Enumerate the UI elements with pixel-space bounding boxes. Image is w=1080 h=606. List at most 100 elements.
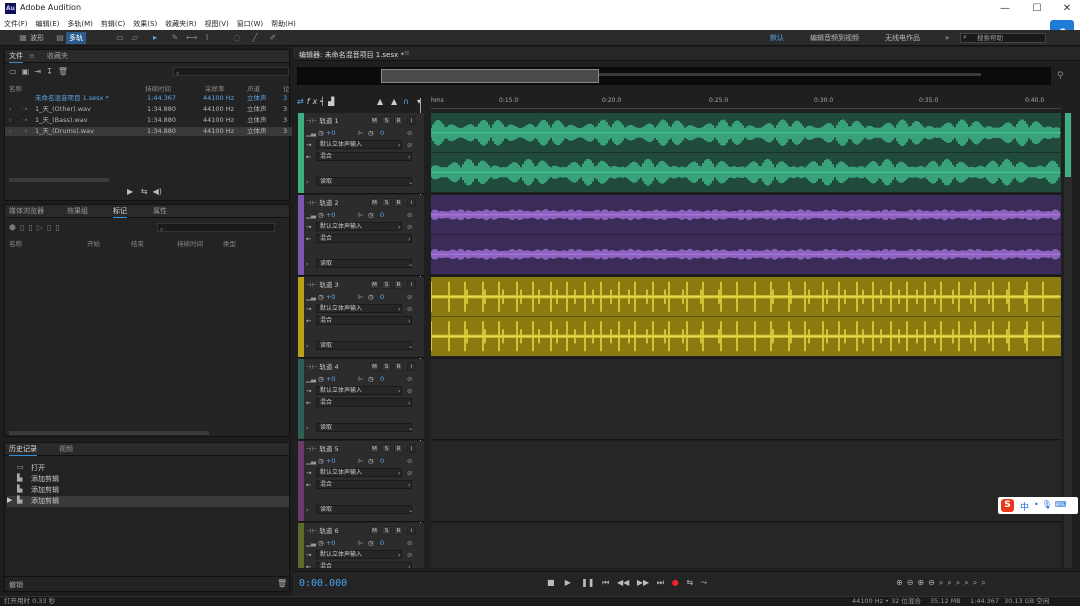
lasso-icon[interactable]: ◌: [232, 33, 242, 43]
expand-icon[interactable]: ›: [9, 127, 12, 136]
expand-automation-icon[interactable]: ›: [306, 424, 309, 432]
healing-icon[interactable]: ✐: [268, 33, 278, 43]
list-item[interactable]: ▶ ▙ 添加剪辑: [7, 496, 289, 507]
phase-icon[interactable]: ⊘: [407, 538, 412, 548]
keyboard-icon[interactable]: ⌨: [1055, 500, 1070, 509]
marker-delete-icon[interactable]: ▯: [55, 223, 63, 232]
go-start-icon[interactable]: ⏮: [602, 578, 609, 587]
solo-button[interactable]: S: [382, 526, 391, 535]
zoom-lock-icon[interactable]: ⚲: [1057, 71, 1064, 81]
list-item[interactable]: › ⇢ 1_天_(Drums).wav 1:34.880 44100 Hz 立体…: [5, 127, 292, 136]
volume-knob-icon[interactable]: ◷: [316, 457, 326, 465]
output-select[interactable]: 混合: [316, 398, 412, 407]
more-workspaces-icon[interactable]: »: [945, 32, 949, 44]
pan-value[interactable]: 0: [380, 292, 384, 302]
menu-edit[interactable]: 编辑(E): [36, 19, 60, 29]
record-arm-button[interactable]: R: [394, 198, 403, 207]
volume-value[interactable]: +0: [326, 129, 336, 137]
menu-clip[interactable]: 剪辑(C): [101, 19, 125, 29]
skip-icon[interactable]: ⤳: [701, 578, 707, 587]
pan-value[interactable]: 0: [380, 374, 384, 384]
input-monitor-button[interactable]: i: [407, 198, 416, 207]
input-select[interactable]: 默认立体声输入: [316, 468, 402, 477]
time-display[interactable]: 0:00.000: [299, 578, 347, 589]
track-name[interactable]: 轨道 4: [319, 363, 338, 371]
brush-icon[interactable]: ╱: [250, 33, 260, 43]
record-icon[interactable]: ●: [672, 578, 679, 587]
col-end[interactable]: 结束: [131, 238, 144, 248]
audio-clip[interactable]: [430, 277, 1061, 356]
pan-knob-icon[interactable]: ◷: [368, 210, 374, 220]
zoom-out-time-icon[interactable]: ⊖: [928, 578, 939, 587]
menu-multitrack[interactable]: 多轨(M): [67, 19, 93, 29]
time-selection-icon[interactable]: I: [202, 33, 212, 43]
solo-button[interactable]: S: [382, 198, 391, 207]
pan-knob-icon[interactable]: ◷: [368, 292, 374, 302]
markers-scrollbar[interactable]: [9, 431, 209, 435]
workspace-radio[interactable]: 无线电作品: [885, 32, 920, 44]
scroll-thumb[interactable]: [1065, 113, 1071, 177]
phase-icon[interactable]: ⊘: [407, 456, 412, 466]
track-name[interactable]: 轨道 6: [319, 527, 338, 535]
zoom-out-point-icon[interactable]: ⌕: [947, 578, 955, 587]
pan-value[interactable]: 0: [380, 210, 384, 220]
pan-knob-icon[interactable]: ◷: [368, 456, 374, 466]
input-monitor-button[interactable]: i: [407, 362, 416, 371]
zoom-in-time-icon[interactable]: ⊕: [917, 578, 928, 587]
zoom-selection-icon[interactable]: ⌕: [956, 578, 964, 587]
track-name[interactable]: 轨道 3: [319, 281, 338, 289]
files-scrollbar[interactable]: [9, 178, 109, 182]
track-lane[interactable]: [431, 359, 1061, 440]
overview-bar[interactable]: [297, 67, 1051, 85]
pan-knob-icon[interactable]: ◷: [368, 538, 374, 548]
volume-value[interactable]: +0: [326, 375, 336, 383]
undo-label[interactable]: 撤销: [9, 580, 23, 590]
tab-history[interactable]: 历史记录: [9, 444, 37, 456]
audio-clip[interactable]: [430, 195, 1061, 274]
tab-favorites[interactable]: 收藏夹: [47, 51, 68, 62]
input-select[interactable]: 默认立体声输入: [316, 222, 402, 231]
audio-clip[interactable]: [430, 113, 1061, 192]
list-item[interactable]: ▙ 添加剪辑: [17, 474, 289, 485]
input-monitor-button[interactable]: i: [407, 280, 416, 289]
volume-value[interactable]: +0: [326, 211, 336, 219]
mute-button[interactable]: M: [370, 444, 379, 453]
sends-icon[interactable]: ┥: [320, 97, 328, 106]
zoom-in-amp-icon[interactable]: ⊕: [896, 578, 907, 587]
fast-forward-icon[interactable]: ▶▶: [637, 578, 649, 587]
input-monitor-button[interactable]: i: [407, 444, 416, 453]
volume-icon[interactable]: ◀): [153, 187, 162, 196]
record-arm-button[interactable]: R: [394, 116, 403, 125]
output-select[interactable]: 混合: [316, 480, 412, 489]
track-name[interactable]: 轨道 5: [319, 445, 338, 453]
automation-mode-select[interactable]: 读取: [316, 259, 412, 268]
col-channels[interactable]: 声道: [247, 83, 260, 93]
panel-menu-icon[interactable]: ≡: [29, 51, 35, 62]
volume-knob-icon[interactable]: ◷: [316, 211, 326, 219]
menu-view[interactable]: 视图(V): [205, 19, 229, 29]
solo-button[interactable]: S: [382, 280, 391, 289]
tab-media-browser[interactable]: 媒体浏览器: [9, 206, 44, 217]
snap-icon[interactable]: ∩: [403, 97, 412, 106]
razor-tool-icon[interactable]: ✎: [170, 33, 180, 43]
col-start[interactable]: 开始: [87, 238, 100, 248]
solo-button[interactable]: S: [382, 362, 391, 371]
maximize-button[interactable]: ☐: [1022, 0, 1052, 18]
col-duration[interactable]: 持续时间: [145, 83, 171, 93]
move-tool-icon[interactable]: ▸: [150, 33, 160, 43]
ime-toolbar[interactable]: S 中 •🎙⌨: [998, 497, 1078, 514]
phase-icon[interactable]: ⊘: [407, 128, 412, 138]
expand-icon[interactable]: ›: [9, 105, 12, 114]
punct-icon[interactable]: •: [1034, 500, 1042, 509]
phase-icon[interactable]: ⊘: [407, 292, 412, 302]
record-arm-button[interactable]: R: [394, 362, 403, 371]
import-icon[interactable]: ⇥: [34, 67, 41, 76]
open-file-icon[interactable]: ▣: [22, 67, 30, 76]
spectral-icon[interactable]: ▭: [115, 33, 125, 43]
output-select[interactable]: 混合: [316, 234, 412, 243]
menu-window[interactable]: 窗口(W): [237, 19, 263, 29]
list-item[interactable]: ▙ 添加剪辑: [17, 485, 289, 496]
expand-automation-icon[interactable]: ›: [306, 342, 309, 350]
close-button[interactable]: ✕: [1052, 0, 1080, 18]
play-icon[interactable]: ▶: [565, 578, 571, 587]
